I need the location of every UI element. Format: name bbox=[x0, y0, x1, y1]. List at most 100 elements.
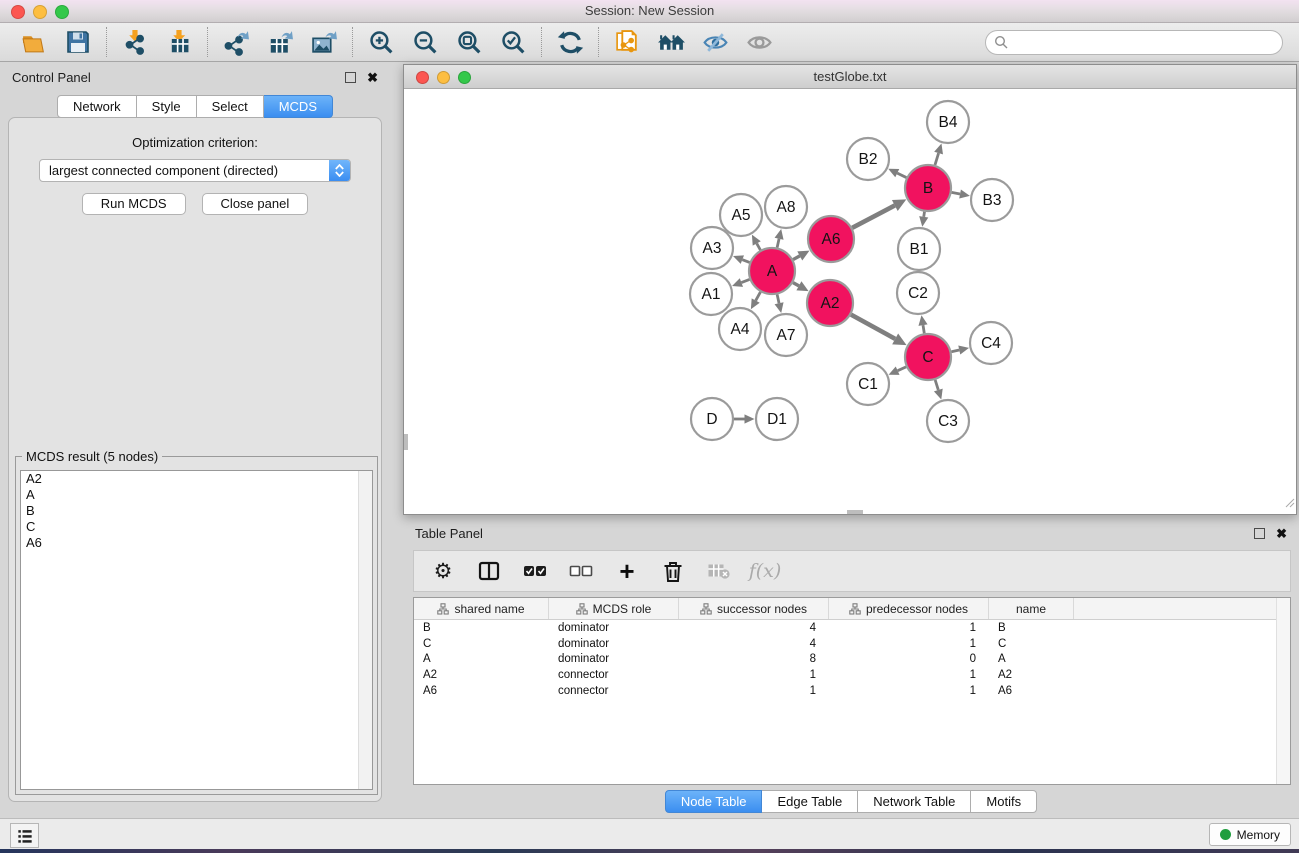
node-C1[interactable]: C1 bbox=[847, 363, 889, 405]
canvas-horizontal-scroll-nub[interactable] bbox=[847, 510, 863, 514]
cell-successor-nodes[interactable]: 4 bbox=[679, 638, 829, 650]
edge-C-C2[interactable] bbox=[923, 325, 924, 333]
column-header-MCDS-role[interactable]: MCDS role bbox=[549, 598, 679, 619]
split-view-icon[interactable] bbox=[474, 556, 504, 586]
cell-name[interactable]: A2 bbox=[989, 669, 1074, 681]
close-panel-button[interactable]: Close panel bbox=[202, 193, 309, 215]
search-input[interactable] bbox=[985, 30, 1283, 55]
edge-A-A8[interactable] bbox=[777, 239, 779, 248]
node-C2[interactable]: C2 bbox=[897, 272, 939, 314]
result-item-a6[interactable]: A6 bbox=[21, 535, 372, 551]
result-item-a2[interactable]: A2 bbox=[21, 471, 372, 487]
network-minimize-icon[interactable] bbox=[437, 71, 450, 84]
node-B4[interactable]: B4 bbox=[927, 101, 969, 143]
import-table-icon[interactable] bbox=[163, 26, 195, 58]
cell-predecessor-nodes[interactable]: 1 bbox=[829, 622, 989, 634]
cell-shared-name[interactable]: C bbox=[414, 638, 549, 650]
result-item-c[interactable]: C bbox=[21, 519, 372, 535]
edge-B-B4[interactable] bbox=[935, 153, 939, 165]
node-A1[interactable]: A1 bbox=[690, 273, 732, 315]
table-row[interactable]: A6connector11A6 bbox=[414, 683, 1290, 699]
close-panel-icon[interactable]: ✖ bbox=[367, 71, 378, 84]
edge-A6-B[interactable] bbox=[852, 205, 895, 227]
zoom-fit-icon[interactable] bbox=[453, 26, 485, 58]
canvas-vertical-scroll-nub[interactable] bbox=[404, 434, 408, 450]
cell-predecessor-nodes[interactable]: 1 bbox=[829, 638, 989, 650]
node-A2[interactable]: A2 bbox=[807, 280, 853, 326]
cell-shared-name[interactable]: A2 bbox=[414, 669, 549, 681]
node-A6[interactable]: A6 bbox=[808, 216, 854, 262]
show-graphics-details-icon[interactable] bbox=[743, 26, 775, 58]
edge-C-C4[interactable] bbox=[951, 350, 959, 352]
node-A7[interactable]: A7 bbox=[765, 314, 807, 356]
cell-shared-name[interactable]: A bbox=[414, 653, 549, 665]
maximize-window-icon[interactable] bbox=[55, 5, 69, 19]
table-scrollbar[interactable] bbox=[1276, 598, 1290, 784]
column-header-shared-name[interactable]: shared name bbox=[414, 598, 549, 619]
node-A[interactable]: A bbox=[749, 248, 795, 294]
node-D1[interactable]: D1 bbox=[756, 398, 798, 440]
cell-predecessor-nodes[interactable]: 1 bbox=[829, 669, 989, 681]
node-C[interactable]: C bbox=[905, 334, 951, 380]
cell-name[interactable]: C bbox=[989, 638, 1074, 650]
float-table-panel-icon[interactable] bbox=[1254, 528, 1265, 539]
column-header-predecessor-nodes[interactable]: predecessor nodes bbox=[829, 598, 989, 619]
cell-successor-nodes[interactable]: 4 bbox=[679, 622, 829, 634]
unselect-all-columns-icon[interactable] bbox=[566, 556, 596, 586]
export-image-icon[interactable] bbox=[308, 26, 340, 58]
save-session-icon[interactable] bbox=[62, 26, 94, 58]
column-header-successor-nodes[interactable]: successor nodes bbox=[679, 598, 829, 619]
edge-A-A3[interactable] bbox=[742, 260, 749, 263]
table-row[interactable]: Cdominator41C bbox=[414, 636, 1290, 652]
table-settings-icon[interactable]: ⚙ bbox=[428, 556, 458, 586]
add-column-icon[interactable]: + bbox=[612, 556, 642, 586]
node-A8[interactable]: A8 bbox=[765, 186, 807, 228]
close-table-panel-icon[interactable]: ✖ bbox=[1276, 527, 1287, 540]
cell-name[interactable]: A bbox=[989, 653, 1074, 665]
node-B2[interactable]: B2 bbox=[847, 138, 889, 180]
optimization-criterion-select[interactable]: largest connected component (directed) bbox=[39, 159, 351, 182]
cell-predecessor-nodes[interactable]: 0 bbox=[829, 653, 989, 665]
node-B[interactable]: B bbox=[905, 165, 951, 211]
cell-successor-nodes[interactable]: 1 bbox=[679, 685, 829, 697]
tab-select[interactable]: Select bbox=[197, 95, 264, 118]
cell-name[interactable]: A6 bbox=[989, 685, 1074, 697]
open-file-icon[interactable] bbox=[18, 26, 50, 58]
node-A3[interactable]: A3 bbox=[691, 227, 733, 269]
minimize-window-icon[interactable] bbox=[33, 5, 47, 19]
edge-B-B3[interactable] bbox=[952, 192, 960, 194]
node-B3[interactable]: B3 bbox=[971, 179, 1013, 221]
edge-A-A2[interactable] bbox=[793, 283, 799, 286]
network-window-titlebar[interactable]: testGlobe.txt bbox=[404, 65, 1296, 89]
edge-A-A6[interactable] bbox=[793, 256, 800, 260]
result-item-a[interactable]: A bbox=[21, 487, 372, 503]
tab-edge-table[interactable]: Edge Table bbox=[762, 790, 858, 813]
table-row[interactable]: A2connector11A2 bbox=[414, 667, 1290, 683]
tab-motifs[interactable]: Motifs bbox=[971, 790, 1037, 813]
tab-mcds[interactable]: MCDS bbox=[264, 95, 333, 118]
edge-C-C1[interactable] bbox=[898, 367, 906, 371]
network-canvas[interactable]: B4B2BB3A5A8A6A3B1AC2A1A2A4A7C4CC1DD1C3 bbox=[404, 89, 1296, 514]
cell-MCDS-role[interactable]: connector bbox=[549, 669, 679, 681]
column-header-name[interactable]: name bbox=[989, 598, 1074, 619]
node-A4[interactable]: A4 bbox=[719, 308, 761, 350]
zoom-selected-icon[interactable] bbox=[497, 26, 529, 58]
table-row[interactable]: Adominator80A bbox=[414, 651, 1290, 667]
export-table-icon[interactable] bbox=[264, 26, 296, 58]
edge-B-B1[interactable] bbox=[924, 212, 925, 217]
float-panel-icon[interactable] bbox=[345, 72, 356, 83]
tab-style[interactable]: Style bbox=[137, 95, 197, 118]
cell-MCDS-role[interactable]: dominator bbox=[549, 638, 679, 650]
result-item-b[interactable]: B bbox=[21, 503, 372, 519]
result-list-scrollbar[interactable] bbox=[358, 471, 372, 789]
memory-button[interactable]: Memory bbox=[1209, 823, 1291, 846]
zoom-in-icon[interactable] bbox=[365, 26, 397, 58]
node-C4[interactable]: C4 bbox=[970, 322, 1012, 364]
node-B1[interactable]: B1 bbox=[898, 228, 940, 270]
cell-predecessor-nodes[interactable]: 1 bbox=[829, 685, 989, 697]
edge-A-A1[interactable] bbox=[741, 279, 749, 282]
cell-name[interactable]: B bbox=[989, 622, 1074, 634]
tab-node-table[interactable]: Node Table bbox=[665, 790, 763, 813]
import-network-icon[interactable] bbox=[119, 26, 151, 58]
resize-grip-icon[interactable] bbox=[1283, 495, 1295, 513]
